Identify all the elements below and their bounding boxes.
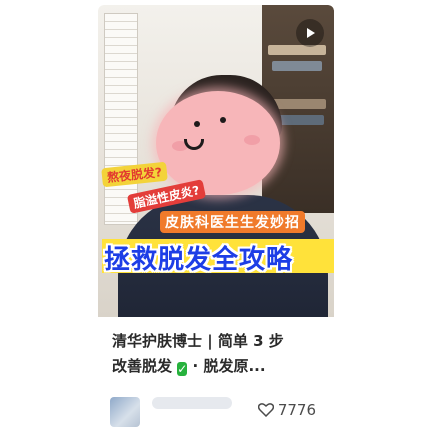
book xyxy=(268,45,326,55)
avatar[interactable] xyxy=(110,397,140,427)
check-icon: ✓ xyxy=(177,362,188,376)
note-title-line1: 清华护肤博士 | 简单 3 步 xyxy=(112,332,284,350)
sticker-cheek xyxy=(244,135,260,145)
note-title-line2: 改善脱发 ✓ · 脱发原... xyxy=(112,354,326,379)
book xyxy=(272,61,322,71)
cover-headline: 拯救脱发全攻略 xyxy=(102,239,334,275)
heart-outline-icon xyxy=(257,403,274,417)
cover-image[interactable]: 熬夜脱发? 脂溢性皮炎? 皮肤科医生生发妙招 拯救脱发全攻略 xyxy=(98,5,334,317)
author-name-blurred[interactable] xyxy=(152,397,232,409)
play-icon xyxy=(307,28,315,38)
note-title-prefix: 改善脱发 xyxy=(112,357,173,375)
play-button[interactable] xyxy=(296,19,324,47)
face-sticker xyxy=(156,91,280,195)
sticker-eye xyxy=(194,121,200,127)
like-button[interactable]: 7776 xyxy=(257,399,316,421)
sticker-eye xyxy=(220,117,226,123)
note-title[interactable]: 清华护肤博士 | 简单 3 步 改善脱发 ✓ · 脱发原... xyxy=(112,329,326,381)
card-footer: 7776 xyxy=(104,393,330,429)
like-count: 7776 xyxy=(277,401,316,419)
note-title-suffix: · 脱发原... xyxy=(192,357,266,375)
note-card[interactable]: 熬夜脱发? 脂溢性皮炎? 皮肤科医生生发妙招 拯救脱发全攻略 清华护肤博士 | … xyxy=(98,5,334,429)
tag-dermatologist-tips: 皮肤科医生生发妙招 xyxy=(160,211,305,233)
